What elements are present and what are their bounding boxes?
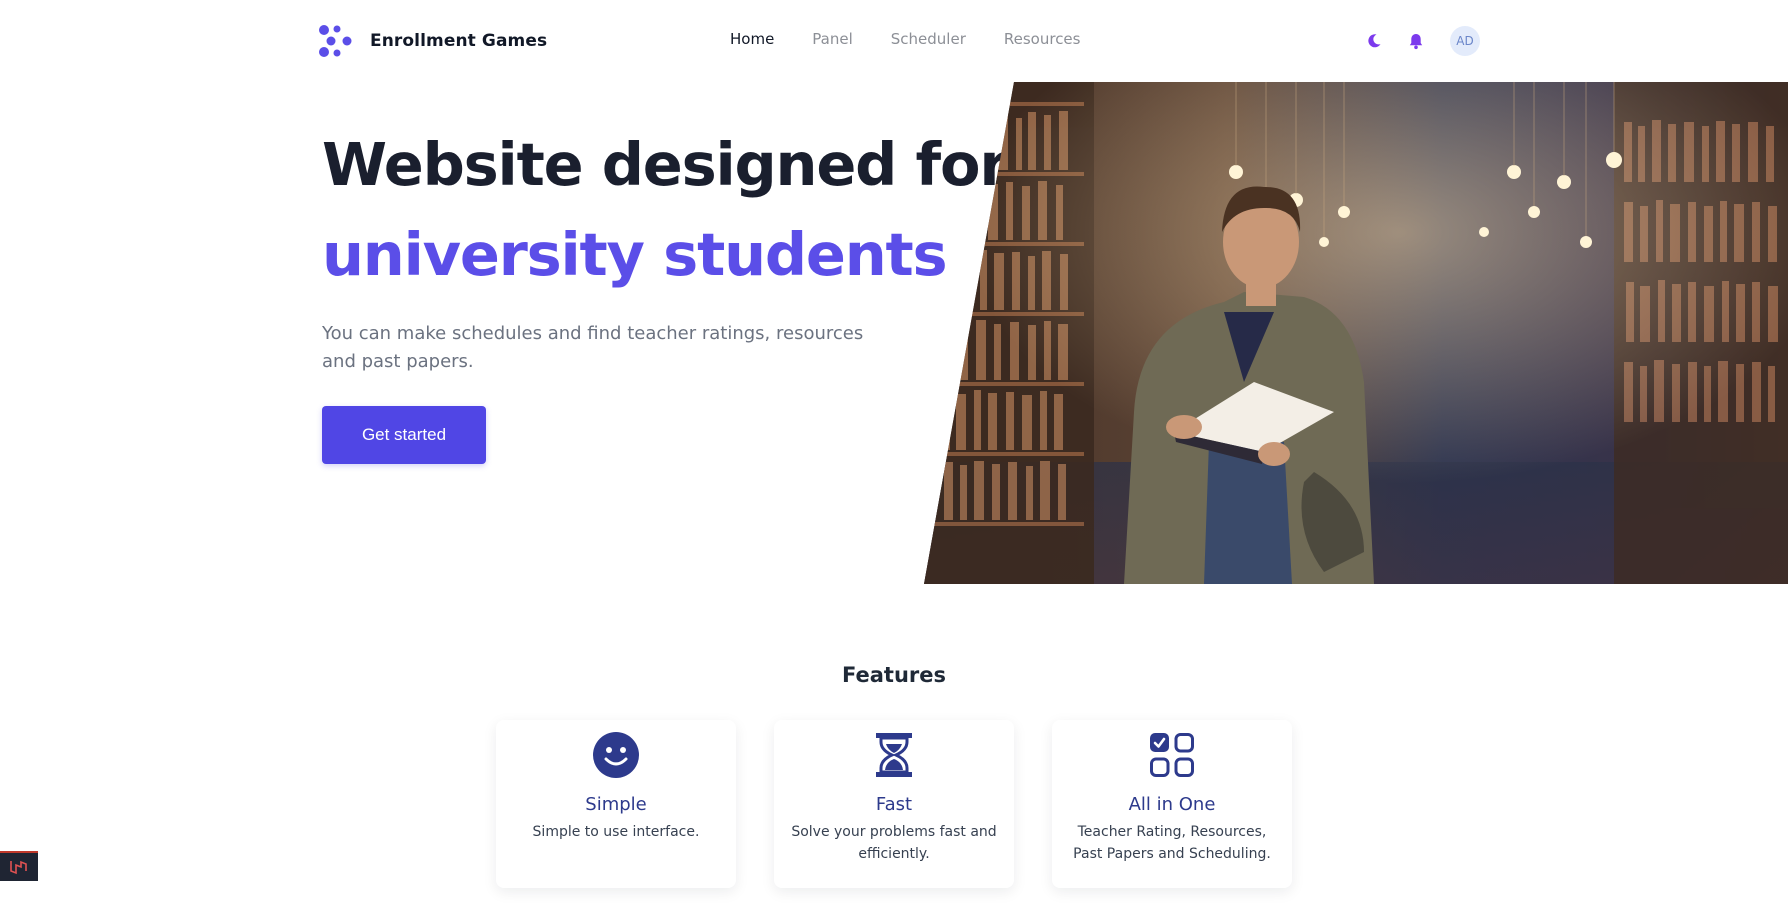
bell-icon <box>1409 33 1423 49</box>
feature-title: Fast <box>875 794 913 815</box>
nav-link-resources[interactable]: Resources <box>1004 30 1081 48</box>
notifications-button[interactable] <box>1406 31 1426 51</box>
feature-description: Solve your problems fast and efficiently… <box>791 824 997 862</box>
feature-description: Teacher Rating, Resources, Past Papers a… <box>1073 824 1271 862</box>
moon-icon <box>1368 34 1381 48</box>
theme-toggle-button[interactable] <box>1364 31 1384 51</box>
feature-cards: Simple Simple to use interface. Fast Sol… <box>496 720 1292 888</box>
features-title: Features <box>842 663 946 687</box>
student-reading-in-library-photo <box>924 82 1788 584</box>
debugbar-toggle-button[interactable] <box>0 851 38 881</box>
nav-link-home[interactable]: Home <box>730 30 774 48</box>
nav-link-scheduler[interactable]: Scheduler <box>891 30 966 48</box>
feature-card-fast: Fast Solve your problems fast and effici… <box>774 720 1014 888</box>
laravel-debugbar-icon <box>10 860 27 875</box>
hero-title-line1: Website designed for <box>322 130 1008 199</box>
feature-card-all-in-one: All in One Teacher Rating, Resources, Pa… <box>1052 720 1292 888</box>
brand-name: Enrollment Games <box>370 31 548 51</box>
feature-card-simple: Simple Simple to use interface. <box>496 720 736 888</box>
get-started-button[interactable]: Get started <box>322 406 486 464</box>
feature-title: Simple <box>585 794 647 815</box>
grid-check-icon <box>1147 730 1197 780</box>
avatar[interactable]: AD <box>1450 26 1480 56</box>
feature-description: Simple to use interface. <box>532 824 700 840</box>
top-navbar: Enrollment Games Home Panel Scheduler Re… <box>0 0 1788 82</box>
feature-title: All in One <box>1128 794 1216 815</box>
hourglass-icon <box>869 730 919 780</box>
hero-library-image <box>924 82 1788 584</box>
nav-actions: AD <box>1364 26 1480 56</box>
nav-link-panel[interactable]: Panel <box>812 30 852 48</box>
nav-links: Home Panel Scheduler Resources <box>730 30 1080 48</box>
hero-subtitle: You can make schedules and find teacher … <box>322 323 864 372</box>
smiley-icon <box>591 730 641 780</box>
brand[interactable]: Enrollment Games <box>316 22 547 60</box>
molecule-logo-icon <box>319 25 352 57</box>
hero-title-line2: university students <box>322 220 948 289</box>
